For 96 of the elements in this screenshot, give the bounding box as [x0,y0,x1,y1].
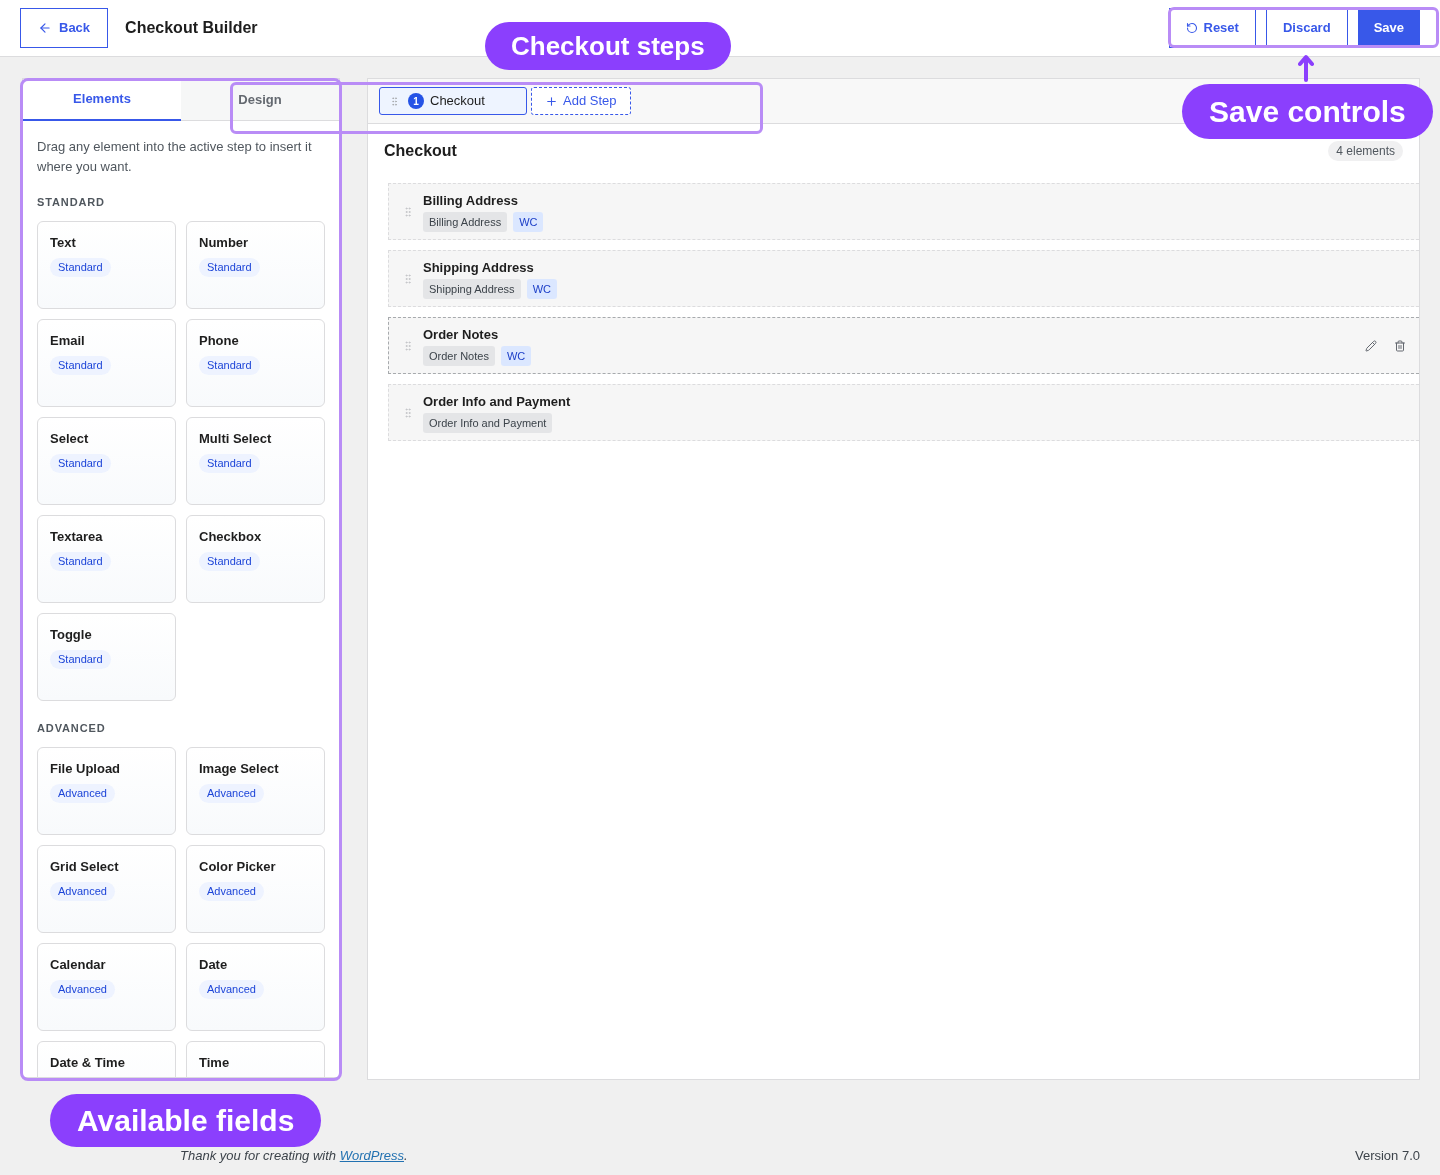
section-heading: ADVANCED [37,721,107,736]
callout-label: Checkout steps [485,22,731,70]
element-card[interactable]: Time [186,1041,325,1077]
element-card[interactable]: Textarea Standard [37,515,176,603]
element-category: Standard [199,454,260,473]
element-name: Textarea [50,528,104,546]
sidebar-tab[interactable]: Design [181,79,339,121]
callout-label: Save controls [1182,84,1433,139]
trash-icon [1394,339,1406,352]
element-card[interactable]: Select Standard [37,417,176,505]
element-card[interactable]: File Upload Advanced [37,747,176,835]
element-count: 4 elements [1328,141,1403,161]
drag-handle-icon[interactable] [402,205,414,218]
element-category: Standard [199,258,260,277]
element-name: Email [50,332,86,350]
step-element-row[interactable]: Order Info and Payment Order Info and Payment [388,384,1419,441]
source-tag: WC [500,346,532,366]
element-type-tag: Billing Address [423,212,508,232]
page-title: Checkout Builder [125,18,258,38]
callout-label: Available fields [50,1094,322,1147]
pencil-icon [1365,339,1377,352]
plus-icon [545,94,558,108]
step-element-row[interactable]: Billing Address Billing Address WC [388,183,1419,240]
element-type-tag: Order Info and Payment [423,413,553,433]
step-number: 1 [408,93,424,109]
element-category: Standard [199,356,260,375]
element-name: Text [50,234,77,252]
element-card[interactable]: Phone Standard [186,319,325,407]
element-card[interactable]: Text Standard [37,221,176,309]
element-type-tag: Order Notes [423,346,495,366]
element-card[interactable]: Color Picker Advanced [186,845,325,933]
element-card[interactable]: Number Standard [186,221,325,309]
footer-credit: Thank you for creating with WordPress. [180,1148,408,1164]
element-title: Order Info and Payment [423,393,571,411]
element-category: Advanced [199,980,264,999]
element-category: Standard [199,552,260,571]
drag-handle-icon[interactable] [402,406,414,419]
drag-handle-icon[interactable] [402,339,414,352]
step-label: Checkout [430,92,485,111]
element-name: File Upload [50,760,122,778]
sidebar-description: Drag any element into the active step to insert it where you want. [37,138,313,176]
drag-handle-icon[interactable] [402,272,414,285]
element-category: Standard [50,356,111,375]
element-name: Checkbox [199,528,263,546]
edit-button[interactable] [1365,339,1377,352]
element-category: Advanced [50,980,115,999]
step-title: Checkout [384,141,457,161]
element-title: Shipping Address [423,259,535,277]
discard-button[interactable]: Discard [1265,8,1348,48]
callout-arrow [1298,54,1314,82]
element-card[interactable]: Checkbox Standard [186,515,325,603]
back-button[interactable]: Back [20,8,109,48]
element-name: Select [50,430,90,448]
element-category: Advanced [50,882,115,901]
element-name: Grid Select [50,858,120,876]
element-title: Order Notes [423,326,500,344]
element-name: Phone [199,332,240,350]
source-tag: WC [526,279,557,299]
element-category: Standard [50,650,111,669]
element-type-tag: Shipping Address [423,279,521,299]
element-name: Number [199,234,250,252]
element-card[interactable]: Multi Select Standard [186,417,325,505]
section-heading: STANDARD [37,195,106,210]
step-tab[interactable]: 1 Checkout [379,87,527,115]
element-card[interactable]: Calendar Advanced [37,943,176,1031]
step-element-row[interactable]: Order Notes Order Notes WC [388,317,1419,374]
element-card[interactable]: Grid Select Advanced [37,845,176,933]
element-category: Standard [50,552,111,571]
element-name: Calendar [50,956,107,974]
add-step-button[interactable]: Add Step [531,87,631,115]
element-card[interactable]: Date Advanced [186,943,325,1031]
delete-button[interactable] [1394,339,1406,352]
element-name: Time [199,1054,231,1072]
element-name: Date & Time [50,1054,126,1072]
element-name: Image Select [199,760,280,778]
element-name: Toggle [50,626,93,644]
wordpress-link[interactable]: WordPress [339,1148,404,1163]
reset-icon [1185,22,1198,34]
source-tag: WC [513,212,544,232]
element-card[interactable]: Image Select Advanced [186,747,325,835]
element-title: Billing Address [423,192,519,210]
element-category: Standard [50,454,111,473]
element-category: Standard [50,258,111,277]
save-button[interactable]: Save [1357,8,1420,48]
drag-handle-icon[interactable] [389,95,400,107]
element-card[interactable]: Date & Time [37,1041,176,1077]
element-category: Advanced [50,784,115,803]
version-text: Version 7.0 [1354,1148,1420,1164]
element-category: Advanced [199,882,264,901]
element-name: Color Picker [199,858,277,876]
element-category: Advanced [199,784,264,803]
element-name: Multi Select [199,430,273,448]
element-name: Date [199,956,229,974]
step-element-row[interactable]: Shipping Address Shipping Address WC [388,250,1419,307]
element-card[interactable]: Email Standard [37,319,176,407]
element-card[interactable]: Toggle Standard [37,613,176,701]
